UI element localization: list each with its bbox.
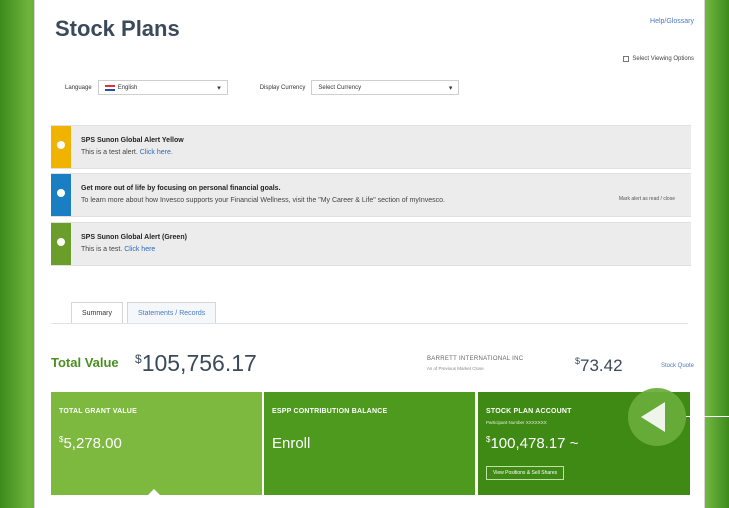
card-value[interactable]: Enroll (272, 435, 310, 452)
alert-stripe (51, 223, 71, 265)
currency-value: Select Currency (318, 84, 362, 91)
alert-blue: Get more out of life by focusing on pers… (51, 173, 691, 217)
checkbox-icon[interactable] (623, 56, 630, 62)
alert-icon (57, 189, 65, 197)
alert-title: Get more out of life by focusing on pers… (81, 185, 281, 192)
play-back-icon[interactable] (628, 388, 686, 446)
tab-summary[interactable]: Summary (71, 302, 123, 324)
alert-link[interactable]: Click here (124, 246, 155, 253)
page-title: Stock Plans (55, 16, 180, 41)
alert-dismiss-link[interactable]: Mark alert as read / close (619, 196, 675, 202)
language-value: English (117, 84, 138, 91)
currency-select[interactable]: Select Currency ▾ (311, 80, 460, 95)
alert-text: To learn more about how Invesco supports… (81, 197, 445, 204)
card-value: $5,278.00 (59, 435, 122, 452)
price-subtext: As of Previous Market Close (427, 366, 484, 371)
participant-number: Participant Number XXXXXXX (486, 420, 547, 425)
alert-yellow: SPS Sunon Global Alert Yellow This is a … (51, 125, 691, 169)
card-total-grant-value[interactable]: TOTAL GRANT VALUE $5,278.00 (51, 392, 262, 495)
flag-icon (104, 84, 115, 91)
tab-divider (51, 323, 688, 324)
triangle-left-icon (641, 402, 665, 432)
alert-title: SPS Sunon Global Alert (Green) (81, 234, 187, 241)
tab-bar: Summary Statements / Records (71, 302, 217, 324)
viewing-options-label: Select Viewing Options (632, 56, 694, 62)
alert-stripe (51, 126, 71, 168)
total-value-number: 105,756.17 (141, 350, 257, 376)
selected-indicator (148, 489, 160, 495)
language-label: Language (65, 84, 92, 91)
help-glossary-link[interactable]: Help/Glossary (650, 18, 694, 25)
card-title: ESPP CONTRIBUTION BALANCE (272, 408, 388, 415)
stock-price-number: 73.42 (580, 356, 623, 375)
stock-quote-link[interactable]: Stock Quote (661, 363, 694, 369)
alert-stripe (51, 174, 71, 216)
callout-line (686, 416, 729, 417)
company-name: BARRETT INTERNATIONAL INC (427, 356, 524, 362)
alert-body: This is a test alert. Click here. (81, 149, 173, 156)
card-espp-contribution[interactable]: ESPP CONTRIBUTION BALANCE Enroll (264, 392, 475, 495)
language-select[interactable]: English ▾ (97, 80, 228, 95)
tab-statements-records[interactable]: Statements / Records (126, 302, 217, 324)
alert-text: This is a test. (81, 246, 123, 253)
stock-plans-panel: Stock Plans Help/Glossary Select Viewing… (34, 0, 705, 508)
alert-body: To learn more about how Invesco supports… (81, 197, 445, 204)
chevron-down-icon: ▾ (217, 85, 221, 92)
currency-label: Display Currency (259, 84, 306, 91)
alert-icon (57, 141, 65, 149)
total-value-amount: $105,756.17 (135, 350, 257, 377)
card-title: STOCK PLAN ACCOUNT (486, 408, 572, 415)
total-value-label: Total Value (51, 355, 119, 370)
alert-link[interactable]: Click here. (140, 149, 173, 156)
stock-price: $73.42 (575, 356, 623, 376)
currency-symbol: $ (135, 352, 142, 366)
view-positions-button[interactable]: View Positions & Sell Shares (486, 466, 565, 480)
alert-icon (57, 238, 65, 246)
chevron-down-icon: ▾ (448, 85, 453, 92)
card-value: $100,478.17 ~ (486, 435, 578, 452)
viewing-options-toggle[interactable]: Select Viewing Options (623, 56, 694, 62)
card-value-number: 5,278.00 (63, 435, 122, 452)
alert-title: SPS Sunon Global Alert Yellow (81, 137, 184, 144)
selectors-row: Language English ▾ Display Currency Sele… (65, 80, 460, 95)
alert-body: This is a test. Click here (81, 246, 155, 253)
card-title: TOTAL GRANT VALUE (59, 408, 137, 415)
card-value-number: 100,478.17 ~ (490, 435, 579, 452)
alert-green: SPS Sunon Global Alert (Green) This is a… (51, 222, 691, 266)
alert-text: This is a test alert. (81, 149, 138, 156)
